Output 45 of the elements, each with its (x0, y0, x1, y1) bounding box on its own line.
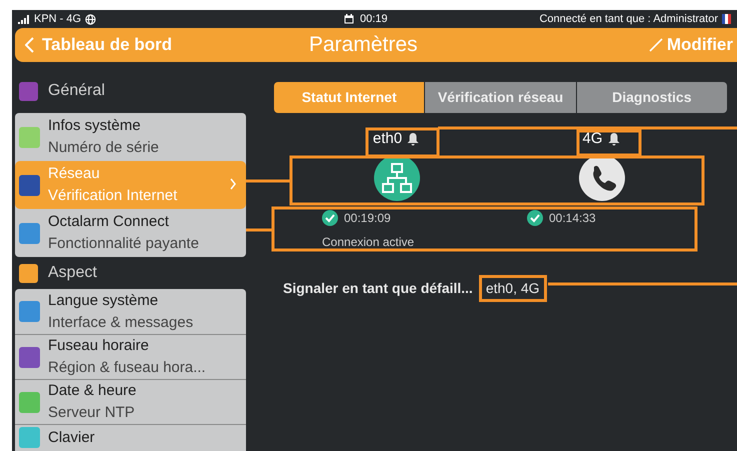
item-subtitle: Fonctionnalité payante (48, 234, 199, 254)
chevron-left-icon (25, 37, 34, 53)
item-title: Réseau (48, 164, 101, 184)
leader-line (246, 228, 273, 232)
item-title: Fuseau horaire (48, 336, 150, 356)
bell-icon[interactable] (406, 132, 420, 146)
item-title: Date & heure (48, 381, 136, 401)
item-title: Octalarm Connect (48, 212, 170, 232)
sidebar-item[interactable]: Octalarm Connect Fonctionnalité payante (15, 209, 246, 257)
sidebar-item[interactable]: Date & heure Serveur NTP (15, 379, 246, 424)
flag-icon (722, 14, 731, 24)
default-report-label: Signaler en tant que défaill... (283, 279, 473, 298)
check-icon (322, 210, 338, 226)
page-title: Paramètres (309, 32, 418, 58)
item-title: Clavier (48, 428, 95, 448)
item-title: Infos système (48, 116, 142, 136)
user-label: Connecté en tant que : Administrator (539, 12, 718, 27)
connection-status: Connexion active (321, 234, 414, 251)
sidebar-item[interactable]: Clavier (15, 424, 246, 451)
connection-time: 00:19:09 (344, 210, 391, 227)
item-subtitle: Interface & messages (48, 312, 194, 332)
bell-icon[interactable] (606, 132, 620, 146)
section-title: Aspect (48, 263, 97, 283)
item-subtitle: Région & fuseau hora... (48, 358, 206, 378)
carrier-label: KPN - 4G (34, 12, 82, 27)
connection-time: 00:14:33 (549, 210, 596, 227)
signal-icon (18, 14, 30, 24)
sidebar-item[interactable]: Fuseau horaire Région & fuseau hora... (15, 334, 246, 379)
default-report-value: eth0, 4G (478, 275, 547, 302)
clock-time: 00:19 (360, 12, 388, 27)
item-subtitle: Numéro de série (48, 138, 159, 158)
calendar-icon (344, 14, 354, 24)
item-subtitle: Serveur NTP (48, 403, 136, 423)
interface-name: 4G (582, 128, 602, 149)
globe-icon (85, 14, 96, 24)
sidebar-item[interactable]: Langue système Interface & messages (15, 289, 246, 334)
leader-line (246, 180, 291, 182)
item-subtitle: Vérification Internet (48, 186, 178, 206)
sidebar-item[interactable]: Infos système Numéro de série (15, 113, 246, 161)
chevron-right-icon (230, 178, 236, 190)
interface-name: eth0 (372, 128, 402, 149)
item-title: Langue système (48, 290, 160, 310)
section-title: Général (48, 81, 105, 101)
pencil-icon (648, 38, 663, 52)
check-icon (527, 210, 543, 226)
